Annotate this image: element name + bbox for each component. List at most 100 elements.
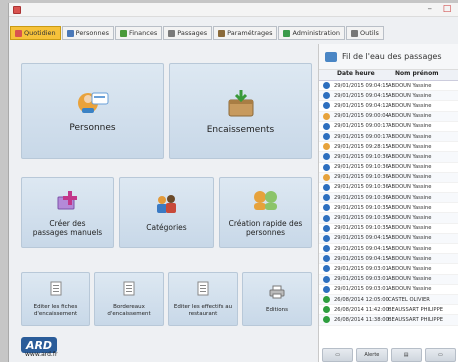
row-name: BEAUSSART PHILIPPE — [388, 316, 443, 323]
title-bar: – □ — [9, 3, 458, 17]
row-date: 29/01/2015 09:04:12 — [334, 102, 389, 109]
toolbar-button-4[interactable]: ▭ — [424, 348, 456, 362]
tab-personnes[interactable]: Personnes — [61, 26, 114, 40]
table-row[interactable]: 26/08/2014 11:38:00 BEAUSSART PHILIPPE — [319, 315, 458, 326]
table-row[interactable]: 29/01/2015 09:04:15 ABDOUN Yassine — [319, 254, 458, 265]
table-row[interactable]: 29/01/2015 09:10:36 ABDOUN Yassine — [319, 172, 458, 183]
row-date: 29/01/2015 09:04:15 — [334, 82, 389, 89]
row-name: ABDOUN Yassine — [388, 174, 432, 181]
passage-status-icon — [323, 275, 330, 283]
table-row[interactable]: 29/01/2015 09:00:17 ABDOUN Yassine — [319, 122, 458, 132]
row-name: ABDOUN Yassine — [388, 123, 432, 130]
tab-paramtrages[interactable]: Paramétrages — [213, 26, 278, 40]
tab-finances[interactable]: Finances — [114, 26, 163, 40]
table-row[interactable]: 29/01/2015 09:28:15 ABDOUN Yassine — [319, 142, 458, 153]
tab-quotidien[interactable]: Quotidien — [10, 26, 61, 40]
row-name: ABDOUN Yassine — [388, 255, 432, 262]
table-row[interactable]: 29/01/2015 09:04:15 ABDOUN Yassine — [319, 233, 458, 244]
col-name-header[interactable]: Nom prénom — [383, 70, 438, 80]
passage-status-icon — [323, 265, 330, 273]
tab-label: Personnes — [75, 29, 109, 37]
tab-label: Administration — [292, 29, 341, 37]
row-date: 29/01/2015 09:03:01 — [334, 276, 389, 283]
creer-passages-button[interactable]: Créer des passages manuels — [21, 177, 114, 248]
passage-status-icon — [323, 255, 330, 263]
encaissements-label: Encaissements — [206, 124, 275, 135]
categories-button[interactable]: Catégories — [119, 177, 214, 248]
passage-status-icon — [323, 306, 330, 314]
toolbar-icon-4: ▭ — [438, 352, 443, 358]
creation-rapide-button[interactable]: Création rapide des personnes — [219, 177, 312, 248]
alert-button[interactable]: Alerte — [356, 348, 388, 362]
row-date: 29/01/2015 09:04:15 — [334, 245, 389, 252]
table-row[interactable]: 29/01/2015 09:10:36 ABDOUN Yassine — [319, 152, 458, 163]
maximize-button[interactable]: □ — [440, 4, 454, 14]
editer-effectifs-button[interactable]: Editer les effectifs au restaurant — [168, 272, 238, 326]
row-date: 29/01/2015 09:10:35 — [334, 204, 389, 211]
passage-status-icon — [323, 122, 330, 130]
row-date: 29/01/2015 09:04:15 — [334, 92, 389, 99]
categories-label: Catégories — [146, 223, 187, 232]
passage-status-icon — [323, 296, 330, 304]
table-row[interactable]: 29/01/2015 09:10:36 ABDOUN Yassine — [319, 183, 458, 194]
table-row[interactable]: 29/01/2015 09:00:04 ABDOUN Yassine — [319, 111, 458, 122]
creation-rapide-label: Création rapide des personnes — [228, 218, 303, 237]
table-row[interactable]: 29/01/2015 09:04:12 ABDOUN Yassine — [319, 101, 458, 112]
add-passage-icon — [55, 189, 81, 213]
tab-administration[interactable]: Administration — [278, 26, 346, 40]
table-row[interactable]: 26/08/2014 11:42:00 BEAUSSART PHILIPPE — [319, 305, 458, 316]
table-row[interactable]: 29/01/2015 09:10:35 ABDOUN Yassine — [319, 224, 458, 234]
row-date: 29/01/2015 09:10:36 — [334, 164, 389, 171]
table-row[interactable]: 29/01/2015 09:03:01 ABDOUN Yassine — [319, 264, 458, 275]
row-name: ABDOUN Yassine — [388, 164, 432, 171]
passage-status-icon — [323, 183, 330, 191]
passage-status-icon — [323, 285, 330, 293]
person-icon — [66, 29, 74, 37]
row-name: ABDOUN Yassine — [388, 153, 432, 160]
tab-label: Outils — [360, 29, 379, 37]
passage-status-icon — [323, 153, 330, 161]
printer-icon — [269, 285, 285, 301]
table-row[interactable]: 29/01/2015 09:04:15 ABDOUN Yassine — [319, 244, 458, 255]
person-card-icon — [76, 90, 110, 118]
table-row[interactable]: 26/08/2014 12:05:00 CASTEL OLIVIER — [319, 294, 458, 306]
table-row[interactable]: 29/01/2015 09:04:15 ABDOUN Yassine — [319, 91, 458, 102]
row-name: ABDOUN Yassine — [388, 102, 432, 109]
row-name: ABDOUN Yassine — [388, 235, 432, 242]
minimize-button[interactable]: – — [428, 4, 433, 14]
creer-passages-label: Créer des passages manuels — [32, 218, 103, 237]
table-row[interactable]: 29/01/2015 09:10:35 ABDOUN Yassine — [319, 203, 458, 214]
passage-status-icon — [323, 173, 330, 181]
toolbar-icon-1: ▭ — [335, 352, 340, 358]
row-date: 29/01/2015 09:10:36 — [334, 194, 389, 201]
table-row[interactable]: 29/01/2015 09:04:15 ABDOUN Yassine — [319, 81, 458, 92]
alert-label: Alerte — [364, 352, 380, 358]
row-name: ABDOUN Yassine — [388, 276, 432, 283]
money-icon — [119, 29, 127, 37]
table-row[interactable]: 29/01/2015 09:10:35 ABDOUN Yassine — [319, 213, 458, 224]
personnes-button[interactable]: Personnes — [21, 63, 164, 159]
row-date: 29/01/2015 09:10:35 — [334, 225, 389, 232]
toolbar-button-1[interactable]: ▭ — [322, 348, 354, 362]
table-row[interactable]: 29/01/2015 09:00:17 ABDOUN Yassine — [319, 131, 458, 143]
editer-fiches-label: Editer les fiches d'encaissement — [33, 303, 78, 317]
tab-label: Paramétrages — [227, 29, 273, 37]
passages-feed-panel: Fil de l'eau des passages Date heure Nom… — [318, 44, 458, 362]
row-date: 26/08/2014 11:38:00 — [334, 316, 389, 323]
group-icon — [153, 193, 181, 217]
row-name: ABDOUN Yassine — [388, 215, 432, 222]
editions-button[interactable]: Editions — [242, 272, 312, 326]
tab-outils[interactable]: Outils — [346, 26, 384, 40]
table-row[interactable]: 29/01/2015 09:03:01 ABDOUN Yassine — [319, 285, 458, 295]
editer-fiches-button[interactable]: Editer les fiches d'encaissement — [21, 272, 90, 326]
col-date-header[interactable]: Date heure — [319, 70, 383, 80]
print-button[interactable]: ▤ — [390, 348, 422, 362]
passage-status-icon — [323, 316, 330, 324]
table-row[interactable]: 29/01/2015 09:10:36 ABDOUN Yassine — [319, 163, 458, 173]
encaissements-button[interactable]: Encaissements — [169, 63, 312, 159]
panel-toolbar: ▭ Alerte ▤ ▭ — [320, 346, 458, 362]
table-row[interactable]: 29/01/2015 09:03:01 ABDOUN Yassine — [319, 274, 458, 285]
table-row[interactable]: 29/01/2015 09:10:36 ABDOUN Yassine — [319, 193, 458, 204]
bordereaux-button[interactable]: Bordereaux d'encaissement — [94, 272, 164, 326]
tab-passages[interactable]: Passages — [163, 26, 213, 40]
